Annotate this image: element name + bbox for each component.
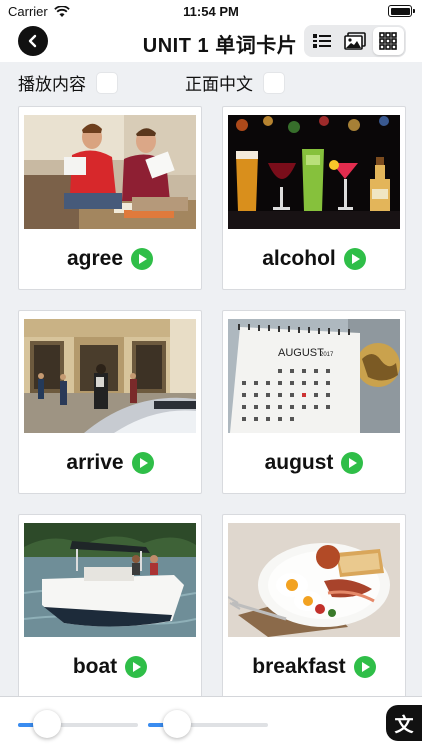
word-card[interactable]: agree xyxy=(18,106,202,290)
status-time: 11:54 PM xyxy=(183,4,239,19)
card-word: august xyxy=(264,451,334,474)
options-row: 播放内容 正面中文 xyxy=(0,62,422,98)
play-audio-button[interactable] xyxy=(131,248,154,270)
card-word-row: alcohol xyxy=(223,247,405,271)
chevron-left-icon xyxy=(28,34,37,48)
play-content-label: 播放内容 xyxy=(18,75,86,94)
card-image-breakfast xyxy=(228,523,400,637)
nav-bar: UNIT 1 单词卡片 xyxy=(0,22,422,62)
word-card[interactable]: breakfast xyxy=(222,514,406,696)
play-audio-button[interactable] xyxy=(353,656,376,678)
card-image-agree xyxy=(24,115,196,229)
card-word-row: august xyxy=(223,451,405,475)
front-chinese-option: 正面中文 xyxy=(185,70,285,95)
card-image-august: AUGUST 2017 xyxy=(228,319,400,433)
play-content-checkbox[interactable] xyxy=(96,71,118,94)
status-bar: Carrier 11:54 PM xyxy=(0,0,422,22)
slider-thumb[interactable] xyxy=(162,710,191,738)
image-icon xyxy=(344,32,366,50)
view-mode-toggle xyxy=(304,25,406,57)
word-card[interactable]: alcohol xyxy=(222,106,406,290)
card-word-row: agree xyxy=(19,247,201,271)
front-chinese-label: 正面中文 xyxy=(185,75,253,94)
grid-icon xyxy=(379,32,398,50)
list-icon xyxy=(312,34,331,48)
slider-thumb[interactable] xyxy=(32,710,61,738)
card-word: alcohol xyxy=(262,247,336,270)
card-image-boat xyxy=(24,523,196,637)
word-card[interactable]: AUGUST 2017 august xyxy=(222,310,406,494)
grid-view-button[interactable] xyxy=(372,27,404,55)
battery-icon xyxy=(388,5,415,17)
card-word: arrive xyxy=(66,451,124,474)
card-word: breakfast xyxy=(252,655,346,678)
card-word-row: boat xyxy=(19,655,201,679)
calendar-month: AUGUST xyxy=(278,347,324,359)
back-button[interactable] xyxy=(18,26,48,56)
battery-fill xyxy=(390,7,410,15)
play-audio-button[interactable] xyxy=(343,248,366,270)
card-word-row: breakfast xyxy=(223,655,405,679)
card-image-alcohol xyxy=(228,115,400,229)
card-grid: agree alcohol arrive AUGUST 2017 august … xyxy=(18,106,406,696)
play-audio-button[interactable] xyxy=(341,452,364,474)
play-content-option: 播放内容 xyxy=(18,70,118,95)
card-word: agree xyxy=(66,247,124,270)
play-audio-button[interactable] xyxy=(131,452,154,474)
page-title: UNIT 1 单词卡片 xyxy=(142,35,298,57)
bottom-bar: 文 xyxy=(0,696,422,750)
word-card[interactable]: arrive xyxy=(18,310,202,494)
speed-slider[interactable] xyxy=(18,710,138,738)
front-chinese-checkbox[interactable] xyxy=(263,71,285,94)
word-card[interactable]: boat xyxy=(18,514,202,696)
calendar-year: 2017 xyxy=(320,352,334,358)
list-view-button[interactable] xyxy=(306,27,337,55)
card-word: boat xyxy=(72,655,118,678)
card-word-row: arrive xyxy=(19,451,201,475)
card-image-arrive xyxy=(24,319,196,433)
play-audio-button[interactable] xyxy=(125,656,148,678)
interval-slider[interactable] xyxy=(148,710,268,738)
text-mode-button[interactable]: 文 xyxy=(386,705,422,741)
image-view-button[interactable] xyxy=(339,27,370,55)
